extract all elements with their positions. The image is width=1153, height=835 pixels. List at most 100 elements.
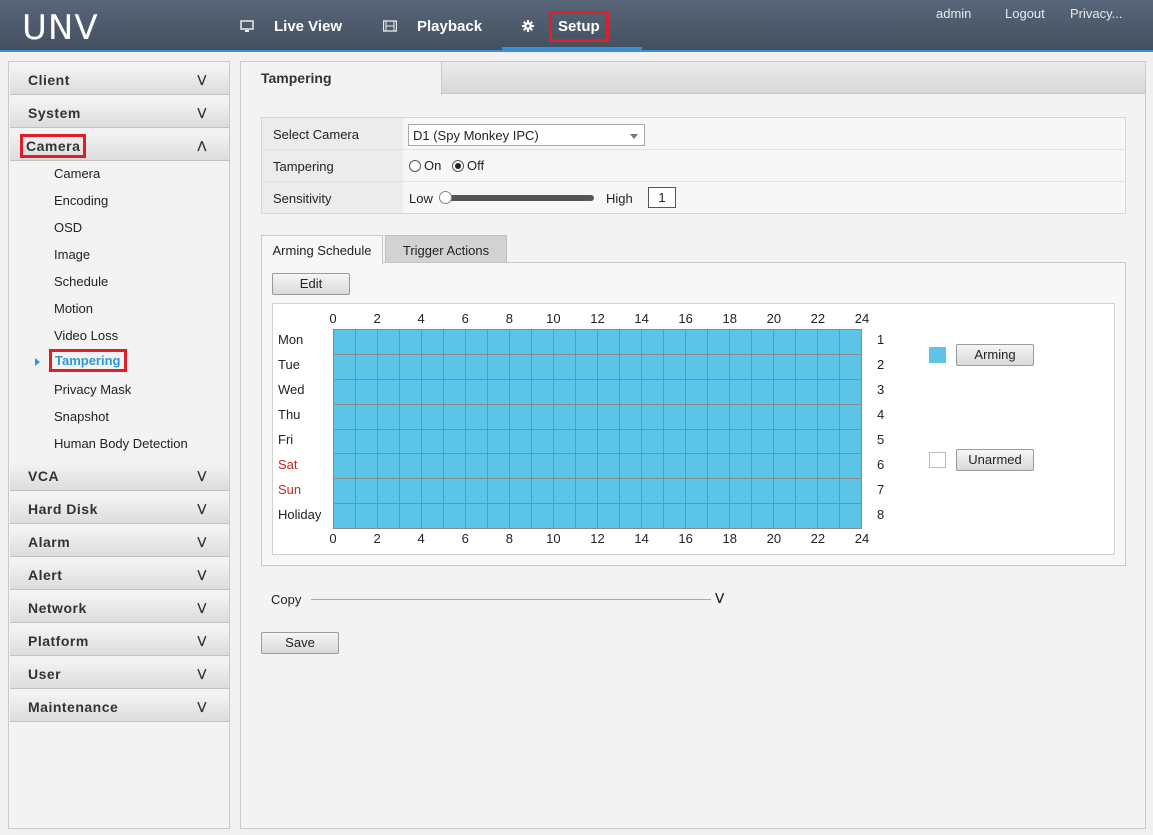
schedule-cell[interactable]: [752, 330, 774, 355]
schedule-cell[interactable]: [576, 404, 598, 430]
schedule-cell[interactable]: [840, 504, 862, 529]
schedule-cell[interactable]: [378, 404, 400, 430]
tab-trigger-actions[interactable]: Trigger Actions: [385, 235, 507, 263]
user-link[interactable]: admin: [936, 6, 971, 21]
schedule-cell[interactable]: [488, 479, 510, 505]
schedule-cell[interactable]: [378, 479, 400, 505]
schedule-cell[interactable]: [422, 454, 444, 480]
schedule-cell[interactable]: [642, 429, 664, 455]
chevron-down-icon[interactable]: ⋁: [715, 591, 724, 604]
schedule-cell[interactable]: [422, 429, 444, 455]
schedule-cell[interactable]: [444, 504, 466, 529]
schedule-cell[interactable]: [730, 354, 752, 380]
sidebar-item-encoding[interactable]: Encoding: [54, 193, 108, 208]
tampering-off-radio[interactable]: Off: [452, 158, 484, 173]
schedule-cell[interactable]: [598, 330, 620, 355]
schedule-cell[interactable]: [334, 479, 356, 505]
sidebar-item-privacy-mask[interactable]: Privacy Mask: [54, 382, 131, 397]
schedule-cell[interactable]: [664, 479, 686, 505]
schedule-cell[interactable]: [598, 479, 620, 505]
schedule-cell[interactable]: [378, 330, 400, 355]
schedule-cell[interactable]: [840, 429, 862, 455]
schedule-cell[interactable]: [620, 504, 642, 529]
schedule-cell[interactable]: [576, 330, 598, 355]
schedule-cell[interactable]: [378, 454, 400, 480]
schedule-cell[interactable]: [752, 404, 774, 430]
schedule-cell[interactable]: [664, 379, 686, 405]
schedule-cell[interactable]: [400, 330, 422, 355]
schedule-cell[interactable]: [642, 504, 664, 529]
schedule-cell[interactable]: [510, 429, 532, 455]
schedule-cell[interactable]: [422, 504, 444, 529]
schedule-cell[interactable]: [532, 429, 554, 455]
sidebar-section-client[interactable]: Client ⋁: [10, 66, 229, 95]
edit-button[interactable]: Edit: [272, 273, 350, 295]
schedule-cell[interactable]: [510, 504, 532, 529]
schedule-cell[interactable]: [752, 504, 774, 529]
sidebar-item-human-body-detection[interactable]: Human Body Detection: [54, 436, 188, 451]
schedule-cell[interactable]: [730, 479, 752, 505]
schedule-cell[interactable]: [400, 354, 422, 380]
schedule-cell[interactable]: [554, 330, 576, 355]
schedule-cell[interactable]: [840, 404, 862, 430]
schedule-cell[interactable]: [510, 354, 532, 380]
schedule-cell[interactable]: [642, 354, 664, 380]
schedule-cell[interactable]: [818, 454, 840, 480]
schedule-cell[interactable]: [664, 429, 686, 455]
schedule-cell[interactable]: [598, 404, 620, 430]
schedule-cell[interactable]: [730, 429, 752, 455]
schedule-cell[interactable]: [532, 504, 554, 529]
sidebar-section-user[interactable]: User ⋁: [10, 660, 229, 689]
schedule-cell[interactable]: [686, 379, 708, 405]
schedule-cell[interactable]: [356, 354, 378, 380]
schedule-cell[interactable]: [356, 504, 378, 529]
sidebar-section-platform[interactable]: Platform ⋁: [10, 627, 229, 656]
schedule-cell[interactable]: [840, 354, 862, 380]
schedule-cell[interactable]: [642, 454, 664, 480]
sensitivity-value-box[interactable]: 1: [648, 187, 676, 208]
schedule-cell[interactable]: [598, 379, 620, 405]
schedule-cell[interactable]: [554, 354, 576, 380]
schedule-cell[interactable]: [466, 354, 488, 380]
schedule-cell[interactable]: [400, 504, 422, 529]
sidebar-section-camera[interactable]: Camera ⋀: [10, 132, 229, 161]
save-button[interactable]: Save: [261, 632, 339, 654]
schedule-cell[interactable]: [488, 354, 510, 380]
schedule-cell[interactable]: [334, 429, 356, 455]
schedule-cell[interactable]: [532, 454, 554, 480]
schedule-cell[interactable]: [752, 429, 774, 455]
schedule-cell[interactable]: [620, 429, 642, 455]
schedule-cell[interactable]: [466, 479, 488, 505]
nav-playback[interactable]: Playback: [383, 0, 482, 52]
schedule-cell[interactable]: [334, 504, 356, 529]
schedule-cell[interactable]: [378, 504, 400, 529]
schedule-cell[interactable]: [664, 504, 686, 529]
schedule-cell[interactable]: [620, 404, 642, 430]
arming-button[interactable]: Arming: [956, 344, 1034, 366]
schedule-cell[interactable]: [840, 479, 862, 505]
schedule-cell[interactable]: [796, 404, 818, 430]
schedule-cell[interactable]: [554, 504, 576, 529]
schedule-cell[interactable]: [752, 479, 774, 505]
schedule-cell[interactable]: [796, 454, 818, 480]
sidebar-section-alarm[interactable]: Alarm ⋁: [10, 528, 229, 557]
logout-link[interactable]: Logout: [1005, 6, 1045, 21]
schedule-cell[interactable]: [576, 479, 598, 505]
schedule-cell[interactable]: [444, 454, 466, 480]
schedule-cell[interactable]: [686, 330, 708, 355]
schedule-cell[interactable]: [356, 404, 378, 430]
schedule-cell[interactable]: [466, 504, 488, 529]
schedule-cell[interactable]: [642, 379, 664, 405]
schedule-cell[interactable]: [686, 479, 708, 505]
sidebar-item-osd[interactable]: OSD: [54, 220, 82, 235]
sidebar-section-vca[interactable]: VCA ⋁: [10, 462, 229, 491]
schedule-cell[interactable]: [818, 479, 840, 505]
sidebar-section-hard-disk[interactable]: Hard Disk ⋁: [10, 495, 229, 524]
schedule-cell[interactable]: [686, 404, 708, 430]
schedule-cell[interactable]: [356, 429, 378, 455]
schedule-cell[interactable]: [620, 479, 642, 505]
schedule-cell[interactable]: [796, 379, 818, 405]
schedule-cell[interactable]: [730, 504, 752, 529]
schedule-cell[interactable]: [532, 379, 554, 405]
schedule-cell[interactable]: [510, 330, 532, 355]
